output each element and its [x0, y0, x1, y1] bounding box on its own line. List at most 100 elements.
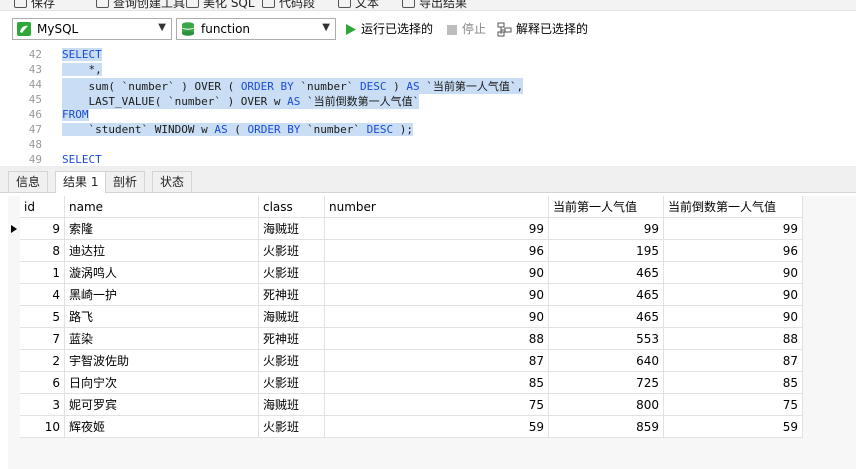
- query-toolbar: MySQL ▼ function ▼ 运行已选择的 停止 解释已选择的: [0, 12, 856, 44]
- table-cell[interactable]: 725: [549, 372, 664, 394]
- table-cell[interactable]: 妮可罗宾: [65, 394, 259, 416]
- table-cell[interactable]: 火影班: [259, 416, 325, 438]
- table-cell[interactable]: 99: [325, 218, 549, 240]
- table-cell[interactable]: 88: [325, 328, 549, 350]
- table-cell[interactable]: 90: [325, 284, 549, 306]
- table-cell[interactable]: 海贼班: [259, 306, 325, 328]
- table-cell[interactable]: 日向宁次: [65, 372, 259, 394]
- tab-info[interactable]: 信息: [8, 171, 49, 192]
- result-grid[interactable]: id name class number 当前第一人气值 当前倒数第一人气值 9…: [8, 196, 856, 469]
- table-cell[interactable]: 宇智波佐助: [65, 350, 259, 372]
- table-cell[interactable]: 90: [325, 262, 549, 284]
- table-cell[interactable]: 90: [664, 306, 803, 328]
- text-icon: [338, 0, 351, 8]
- table-cell[interactable]: 859: [549, 416, 664, 438]
- play-icon: [346, 24, 356, 35]
- menu-export[interactable]: 导出结果: [402, 0, 467, 10]
- table-cell[interactable]: 火影班: [259, 350, 325, 372]
- table-cell[interactable]: 553: [549, 328, 664, 350]
- column-header-first-popularity[interactable]: 当前第一人气值: [549, 196, 664, 218]
- table-cell[interactable]: 迪达拉: [65, 240, 259, 262]
- table-cell[interactable]: 海贼班: [259, 394, 325, 416]
- table-cell[interactable]: 辉夜姬: [65, 416, 259, 438]
- table-cell[interactable]: 85: [664, 372, 803, 394]
- table-cell[interactable]: 640: [549, 350, 664, 372]
- column-header-class[interactable]: class: [259, 196, 325, 218]
- column-header-last-popularity[interactable]: 当前倒数第一人气值: [664, 196, 803, 218]
- connection-value: MySQL: [37, 22, 79, 36]
- menu-query-builder[interactable]: 查询创建工具: [96, 0, 185, 10]
- database-value: function: [201, 22, 251, 36]
- table-cell[interactable]: 火影班: [259, 240, 325, 262]
- table-cell[interactable]: 6: [20, 372, 65, 394]
- stop-button[interactable]: 停止: [446, 18, 486, 40]
- table-cell[interactable]: 99: [549, 218, 664, 240]
- table-cell[interactable]: 75: [325, 394, 549, 416]
- database-icon: [181, 22, 195, 36]
- table-cell[interactable]: 75: [664, 394, 803, 416]
- column-header-id[interactable]: id: [20, 196, 65, 218]
- table-cell[interactable]: 9: [20, 218, 65, 240]
- column-header-name[interactable]: name: [65, 196, 259, 218]
- table-cell[interactable]: 59: [664, 416, 803, 438]
- table-cell[interactable]: 88: [664, 328, 803, 350]
- table-cell[interactable]: 路飞: [65, 306, 259, 328]
- table-cell[interactable]: 465: [549, 306, 664, 328]
- table-cell[interactable]: 85: [325, 372, 549, 394]
- tab-profile[interactable]: 剖析: [105, 171, 146, 192]
- table-cell[interactable]: 99: [664, 218, 803, 240]
- table-cell[interactable]: 87: [325, 350, 549, 372]
- table-cell[interactable]: 465: [549, 262, 664, 284]
- table-cell[interactable]: 96: [664, 240, 803, 262]
- table-cell[interactable]: 465: [549, 284, 664, 306]
- explain-selected-button[interactable]: 解释已选择的: [497, 18, 588, 40]
- beautify-icon: [186, 0, 199, 8]
- table-cell[interactable]: 索隆: [65, 218, 259, 240]
- tab-result-1[interactable]: 结果 1: [55, 171, 107, 193]
- table-cell[interactable]: 7: [20, 328, 65, 350]
- menu-beautify-sql[interactable]: 美化 SQL: [186, 0, 255, 10]
- table-cell[interactable]: 96: [325, 240, 549, 262]
- code-line-46: FROM: [62, 108, 89, 121]
- table-cell[interactable]: 4: [20, 284, 65, 306]
- line-number: 46: [28, 108, 42, 121]
- table-cell[interactable]: 59: [325, 416, 549, 438]
- line-number: 44: [28, 78, 42, 91]
- run-selected-button[interactable]: 运行已选择的: [344, 18, 433, 40]
- table-cell[interactable]: 90: [664, 284, 803, 306]
- sql-editor[interactable]: 42 43 44 45 46 47 48 49 SELECT *, sum( `…: [0, 44, 856, 166]
- current-row-pointer-icon: [8, 218, 20, 240]
- table-cell[interactable]: 5: [20, 306, 65, 328]
- tab-status[interactable]: 状态: [152, 171, 193, 192]
- column-header-number[interactable]: number: [325, 196, 549, 218]
- chevron-down-icon: ▼: [158, 22, 166, 33]
- code-line-42: SELECT: [62, 48, 102, 61]
- connection-select[interactable]: MySQL ▼: [12, 18, 172, 40]
- result-tabs: 信息 结果 1 剖析 状态: [0, 169, 856, 193]
- table-cell[interactable]: 2: [20, 350, 65, 372]
- table-cell[interactable]: 90: [325, 306, 549, 328]
- table-cell[interactable]: 漩涡鸣人: [65, 262, 259, 284]
- stop-icon: [447, 24, 457, 35]
- table-cell[interactable]: 黑崎一护: [65, 284, 259, 306]
- table-cell[interactable]: 1: [20, 262, 65, 284]
- table-cell[interactable]: 海贼班: [259, 218, 325, 240]
- table-cell[interactable]: 火影班: [259, 262, 325, 284]
- table-cell[interactable]: 90: [664, 262, 803, 284]
- menu-text[interactable]: 文本: [338, 0, 379, 10]
- table-cell[interactable]: 3: [20, 394, 65, 416]
- table-cell[interactable]: 800: [549, 394, 664, 416]
- table-cell[interactable]: 死神班: [259, 284, 325, 306]
- menu-save[interactable]: 保存: [14, 0, 55, 10]
- database-select[interactable]: function ▼: [176, 18, 336, 40]
- table-cell[interactable]: 死神班: [259, 328, 325, 350]
- table-cell[interactable]: 87: [664, 350, 803, 372]
- menu-code-snippet[interactable]: 代码段: [262, 0, 315, 10]
- table-cell[interactable]: 蓝染: [65, 328, 259, 350]
- table-cell[interactable]: 10: [20, 416, 65, 438]
- line-number: 43: [28, 63, 42, 76]
- table-cell[interactable]: 195: [549, 240, 664, 262]
- table-cell[interactable]: 火影班: [259, 372, 325, 394]
- export-icon: [402, 0, 415, 8]
- table-cell[interactable]: 8: [20, 240, 65, 262]
